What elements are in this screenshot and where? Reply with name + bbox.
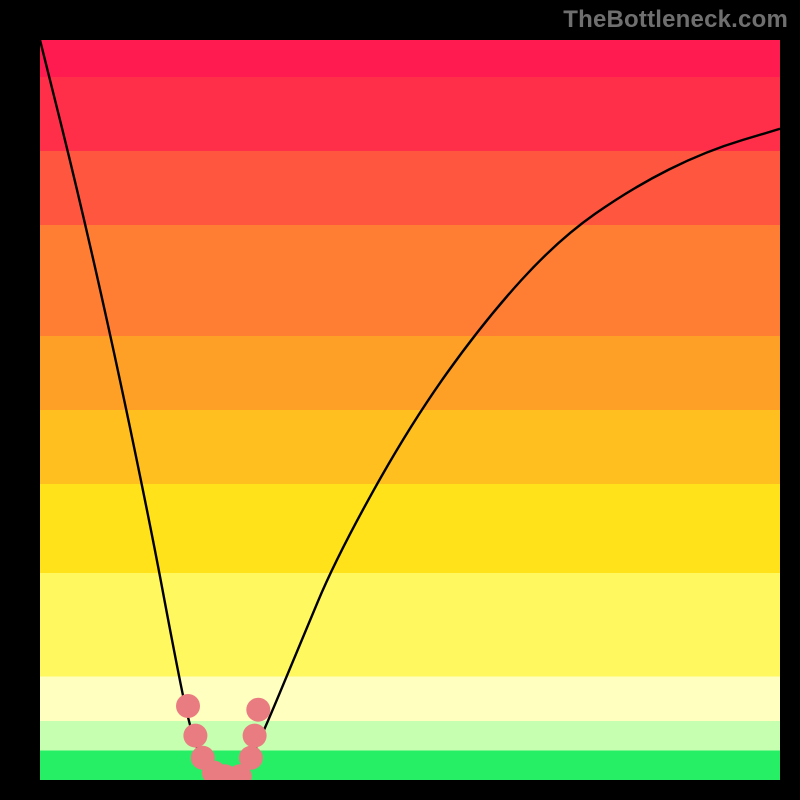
marker-group (176, 694, 270, 780)
bottleneck-curve (40, 40, 780, 780)
curve-marker (243, 724, 267, 748)
curve-marker (183, 724, 207, 748)
curve-layer (40, 40, 780, 780)
curve-marker (239, 746, 263, 770)
plot-area (40, 40, 780, 780)
curve-marker (246, 698, 270, 722)
chart-frame: TheBottleneck.com (0, 0, 800, 800)
watermark-text: TheBottleneck.com (563, 6, 788, 34)
curve-marker (176, 694, 200, 718)
